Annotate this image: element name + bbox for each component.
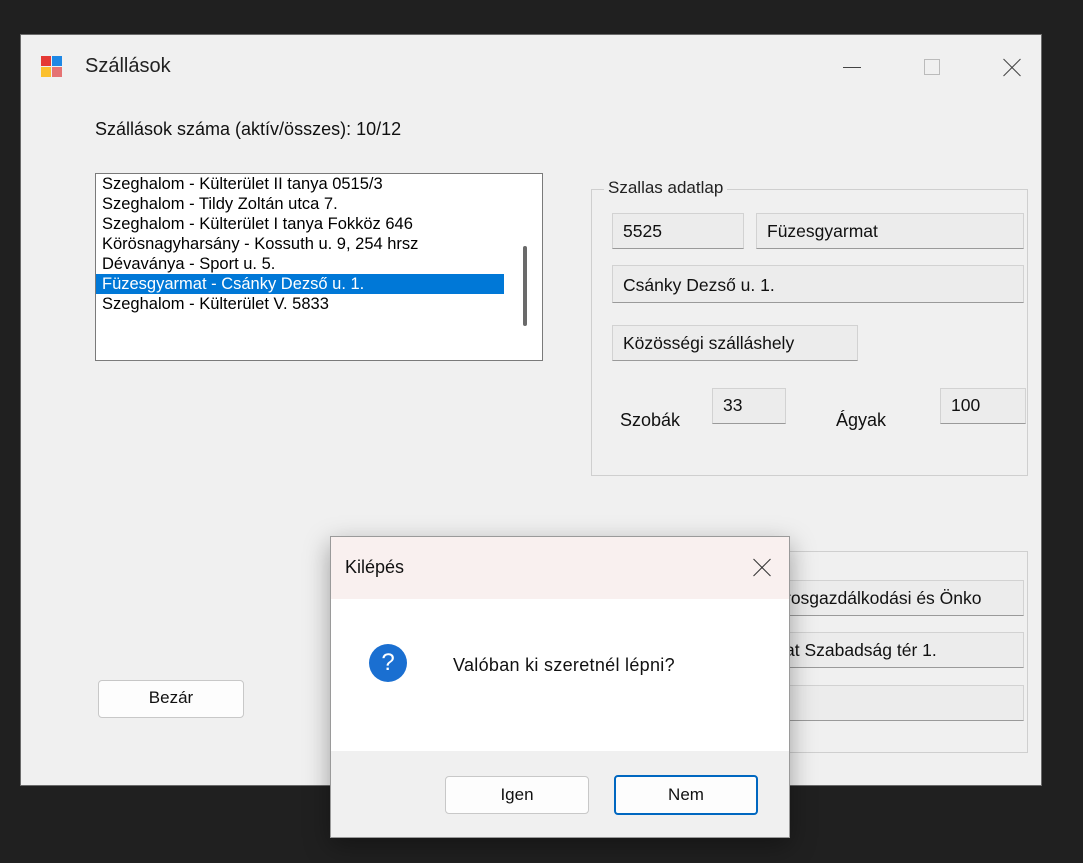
owner-details-group: rosgazdálkodási és Önko at Szabadság tér…	[773, 551, 1028, 753]
window-title: Szállások	[85, 55, 171, 77]
minimize-icon[interactable]	[821, 43, 881, 91]
beds-label: Ágyak	[836, 410, 887, 430]
dialog-close-icon[interactable]	[733, 545, 789, 591]
owner-address-field[interactable]: at Szabadság tér 1.	[774, 632, 1024, 668]
rooms-label: Szobák	[620, 410, 681, 430]
group-title: Szallas adatlap	[604, 178, 728, 198]
list-item[interactable]: Szeghalom - Külterület V. 5833	[96, 294, 504, 314]
dialog-title: Kilépés	[345, 557, 405, 577]
question-icon: ?	[369, 644, 407, 682]
dialog-message: Valóban ki szeretnél lépni?	[453, 655, 675, 675]
title-bar[interactable]: Szállások	[21, 35, 1041, 97]
zip-field[interactable]: 5525	[612, 213, 744, 249]
city-field[interactable]: Füzesgyarmat	[756, 213, 1024, 249]
address-field[interactable]: Csánky Dezső u. 1.	[612, 265, 1024, 303]
owner-name-field[interactable]: rosgazdálkodási és Önko	[774, 580, 1024, 616]
list-item[interactable]: Dévaványa - Sport u. 5.	[96, 254, 504, 274]
no-button[interactable]: Nem	[614, 775, 758, 815]
beds-field[interactable]: 100	[940, 388, 1026, 424]
list-scrollbar[interactable]	[504, 174, 542, 360]
list-item[interactable]: Szeghalom - Tildy Zoltán utca 7.	[96, 194, 504, 214]
list-item[interactable]: Szeghalom - Külterület II tanya 0515/3	[96, 174, 504, 194]
dialog-body: ? Valóban ki szeretnél lépni?	[331, 599, 789, 753]
accommodation-details-group: Szallas adatlap 5525 Füzesgyarmat Csánky…	[591, 178, 1028, 476]
owner-extra-field[interactable]	[774, 685, 1024, 721]
yes-button[interactable]: Igen	[445, 776, 589, 814]
accommodation-list[interactable]: Szeghalom - Külterület II tanya 0515/3 S…	[95, 173, 543, 361]
list-item-selected[interactable]: Füzesgyarmat - Csánky Dezső u. 1.	[96, 274, 504, 294]
close-icon[interactable]	[981, 43, 1041, 91]
dialog-footer: Igen Nem	[331, 751, 789, 837]
list-item[interactable]: Körösnagyharsány - Kossuth u. 9, 254 hrs…	[96, 234, 504, 254]
exit-dialog: Kilépés ? Valóban ki szeretnél lépni? Ig…	[330, 536, 790, 838]
type-field[interactable]: Közösségi szálláshely	[612, 325, 858, 361]
rooms-field[interactable]: 33	[712, 388, 786, 424]
scrollbar-thumb[interactable]	[523, 246, 527, 326]
app-icon	[41, 56, 63, 78]
accommodation-count-label: Szállások száma (aktív/összes): 10/12	[95, 119, 402, 139]
maximize-icon[interactable]	[901, 43, 961, 91]
close-button[interactable]: Bezár	[98, 680, 244, 718]
dialog-title-bar[interactable]: Kilépés	[331, 537, 789, 599]
list-item[interactable]: Szeghalom - Külterület I tanya Fokköz 64…	[96, 214, 504, 234]
